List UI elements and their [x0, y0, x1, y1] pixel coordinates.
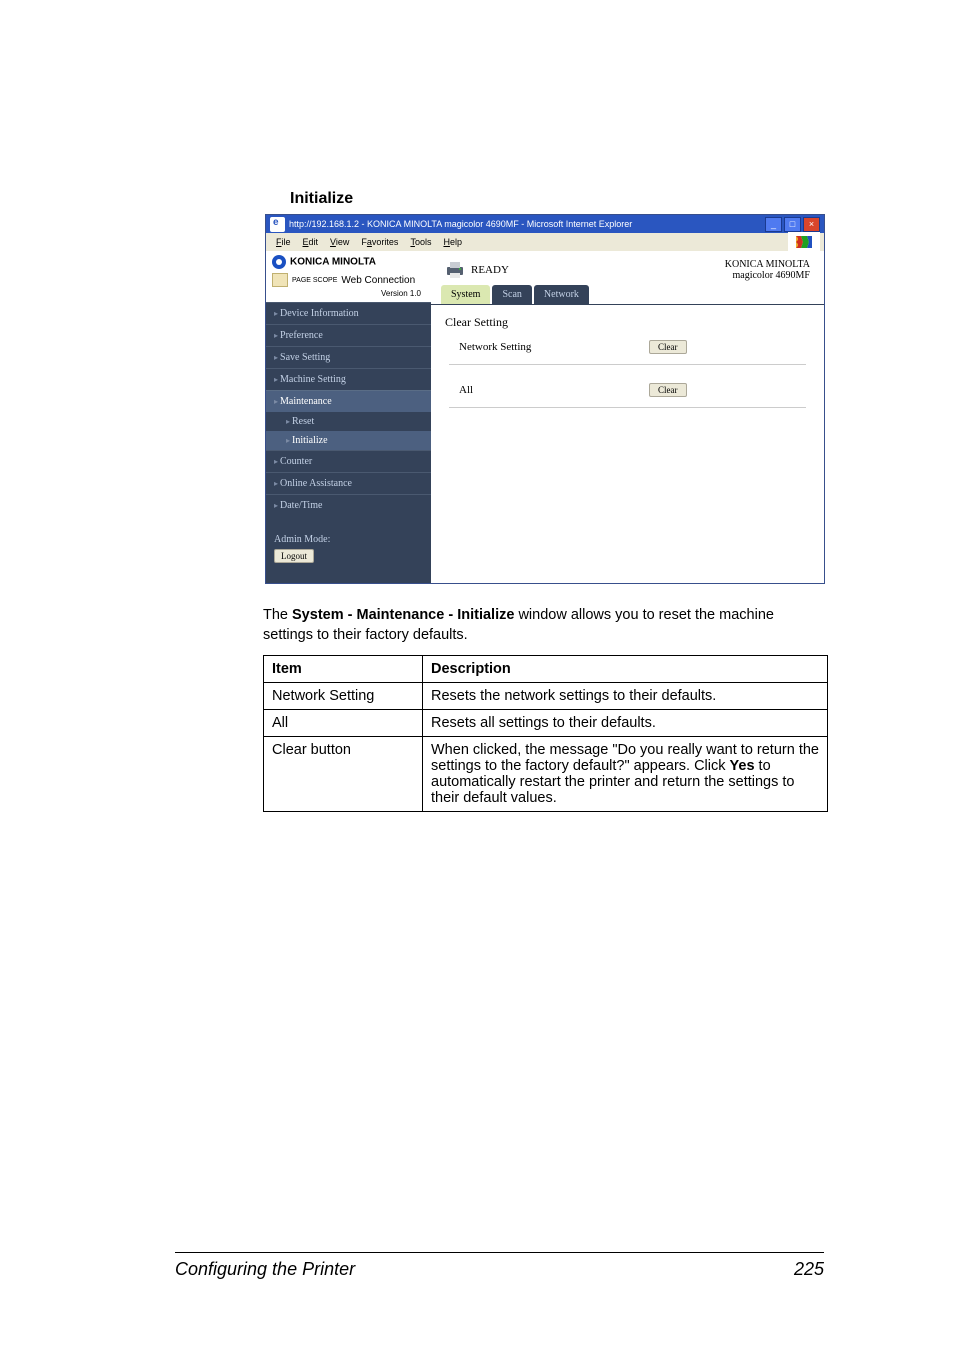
sidebar-item-date-time[interactable]: Date/Time	[266, 494, 431, 516]
menu-edit[interactable]: Edit	[297, 235, 325, 249]
header-row: READY KONICA MINOLTA magicolor 4690MF	[431, 251, 824, 283]
screenshot-window: http://192.168.1.2 - KONICA MINOLTA magi…	[265, 214, 825, 584]
brand-text: KONICA MINOLTA	[290, 257, 376, 268]
td-desc: When clicked, the message "Do you really…	[423, 737, 828, 812]
row-network-setting: Network Setting Clear	[431, 336, 824, 364]
window-buttons: _ □ ×	[765, 217, 820, 232]
window-title: http://192.168.1.2 - KONICA MINOLTA magi…	[289, 219, 632, 229]
td-desc: Resets all settings to their defaults.	[423, 710, 828, 737]
tab-network[interactable]: Network	[534, 285, 589, 304]
pagescope-prefix: PAGE SCOPE	[292, 277, 337, 284]
divider-1	[449, 364, 806, 365]
th-item: Item	[264, 656, 423, 683]
description-table: Item Description Network Setting Resets …	[263, 655, 828, 812]
th-description: Description	[423, 656, 828, 683]
window-titlebar: http://192.168.1.2 - KONICA MINOLTA magi…	[266, 215, 824, 233]
td-item: Network Setting	[264, 683, 423, 710]
sidebar-item-save-setting[interactable]: Save Setting	[266, 346, 431, 368]
td-desc: Resets the network settings to their def…	[423, 683, 828, 710]
row-all: All Clear	[431, 379, 824, 407]
document-page: Initialize http://192.168.1.2 - KONICA M…	[0, 0, 954, 1350]
pagescope-icon	[272, 273, 288, 287]
clear-button-network[interactable]: Clear	[649, 340, 687, 354]
ie-icon	[270, 217, 285, 232]
menu-tools[interactable]: Tools	[404, 235, 437, 249]
sidebar-item-machine-setting[interactable]: Machine Setting	[266, 368, 431, 390]
brand-logo: KONICA MINOLTA	[272, 255, 425, 269]
minimize-button[interactable]: _	[765, 217, 782, 232]
pagescope-label: PAGE SCOPE Web Connection	[272, 269, 425, 289]
admin-mode-block: Admin Mode: Logout	[266, 516, 431, 581]
device-name: KONICA MINOLTA magicolor 4690MF	[725, 259, 810, 281]
ie-throbber-icon	[788, 232, 820, 252]
close-button[interactable]: ×	[803, 217, 820, 232]
menu-favorites[interactable]: Favorites	[355, 235, 404, 249]
body-paragraph: The System - Maintenance - Initialize wi…	[263, 606, 823, 645]
section-heading: Initialize	[290, 190, 824, 208]
tab-row: System Scan Network	[431, 283, 824, 305]
version-text: Version 1.0	[272, 289, 425, 300]
logout-button[interactable]: Logout	[274, 549, 314, 563]
footer-page: 225	[794, 1259, 824, 1280]
device-line-2: magicolor 4690MF	[725, 270, 810, 281]
page-footer: Configuring the Printer 225	[175, 1252, 824, 1280]
td-item: All	[264, 710, 423, 737]
admin-mode-label: Admin Mode:	[274, 534, 423, 545]
sidebar-item-online-assist[interactable]: Online Assistance	[266, 472, 431, 494]
divider-2	[449, 407, 806, 408]
sidebar-item-counter[interactable]: Counter	[266, 450, 431, 472]
clear-button-all[interactable]: Clear	[649, 383, 687, 397]
pagescope-text: Web Connection	[341, 275, 415, 286]
menu-view[interactable]: View	[324, 235, 355, 249]
menu-file[interactable]: File	[270, 235, 297, 249]
table-row: Network Setting Resets the network setti…	[264, 683, 828, 710]
main-pane: READY KONICA MINOLTA magicolor 4690MF Sy…	[431, 251, 824, 583]
sidebar-item-device-info[interactable]: Device Information	[266, 302, 431, 324]
body-text-1: The	[263, 607, 292, 623]
table-row: Clear button When clicked, the message "…	[264, 737, 828, 812]
clear-setting-title: Clear Setting	[431, 305, 824, 336]
tab-scan[interactable]: Scan	[492, 285, 531, 304]
table-row: All Resets all settings to their default…	[264, 710, 828, 737]
footer-title: Configuring the Printer	[175, 1259, 355, 1280]
sidebar-item-maintenance[interactable]: Maintenance	[266, 390, 431, 412]
sidebar-sub-initialize[interactable]: Initialize	[266, 431, 431, 450]
browser-content: KONICA MINOLTA PAGE SCOPE Web Connection…	[266, 251, 824, 583]
row-network-setting-label: Network Setting	[459, 341, 649, 353]
td-item: Clear button	[264, 737, 423, 812]
menu-help[interactable]: Help	[437, 235, 468, 249]
row-all-label: All	[459, 384, 649, 396]
status-text: READY	[471, 264, 509, 276]
body-text-bold: System - Maintenance - Initialize	[292, 607, 514, 623]
printer-icon	[445, 261, 465, 279]
brand-block: KONICA MINOLTA PAGE SCOPE Web Connection…	[266, 251, 431, 302]
status-ready: READY	[445, 259, 509, 281]
td-desc-bold: Yes	[730, 758, 755, 774]
table-header-row: Item Description	[264, 656, 828, 683]
tab-system[interactable]: System	[441, 285, 490, 304]
device-line-1: KONICA MINOLTA	[725, 259, 810, 270]
maximize-button[interactable]: □	[784, 217, 801, 232]
sidebar: KONICA MINOLTA PAGE SCOPE Web Connection…	[266, 251, 431, 583]
sidebar-item-preference[interactable]: Preference	[266, 324, 431, 346]
menubar: File Edit View Favorites Tools Help	[266, 233, 824, 252]
sidebar-sub-reset[interactable]: Reset	[266, 412, 431, 431]
